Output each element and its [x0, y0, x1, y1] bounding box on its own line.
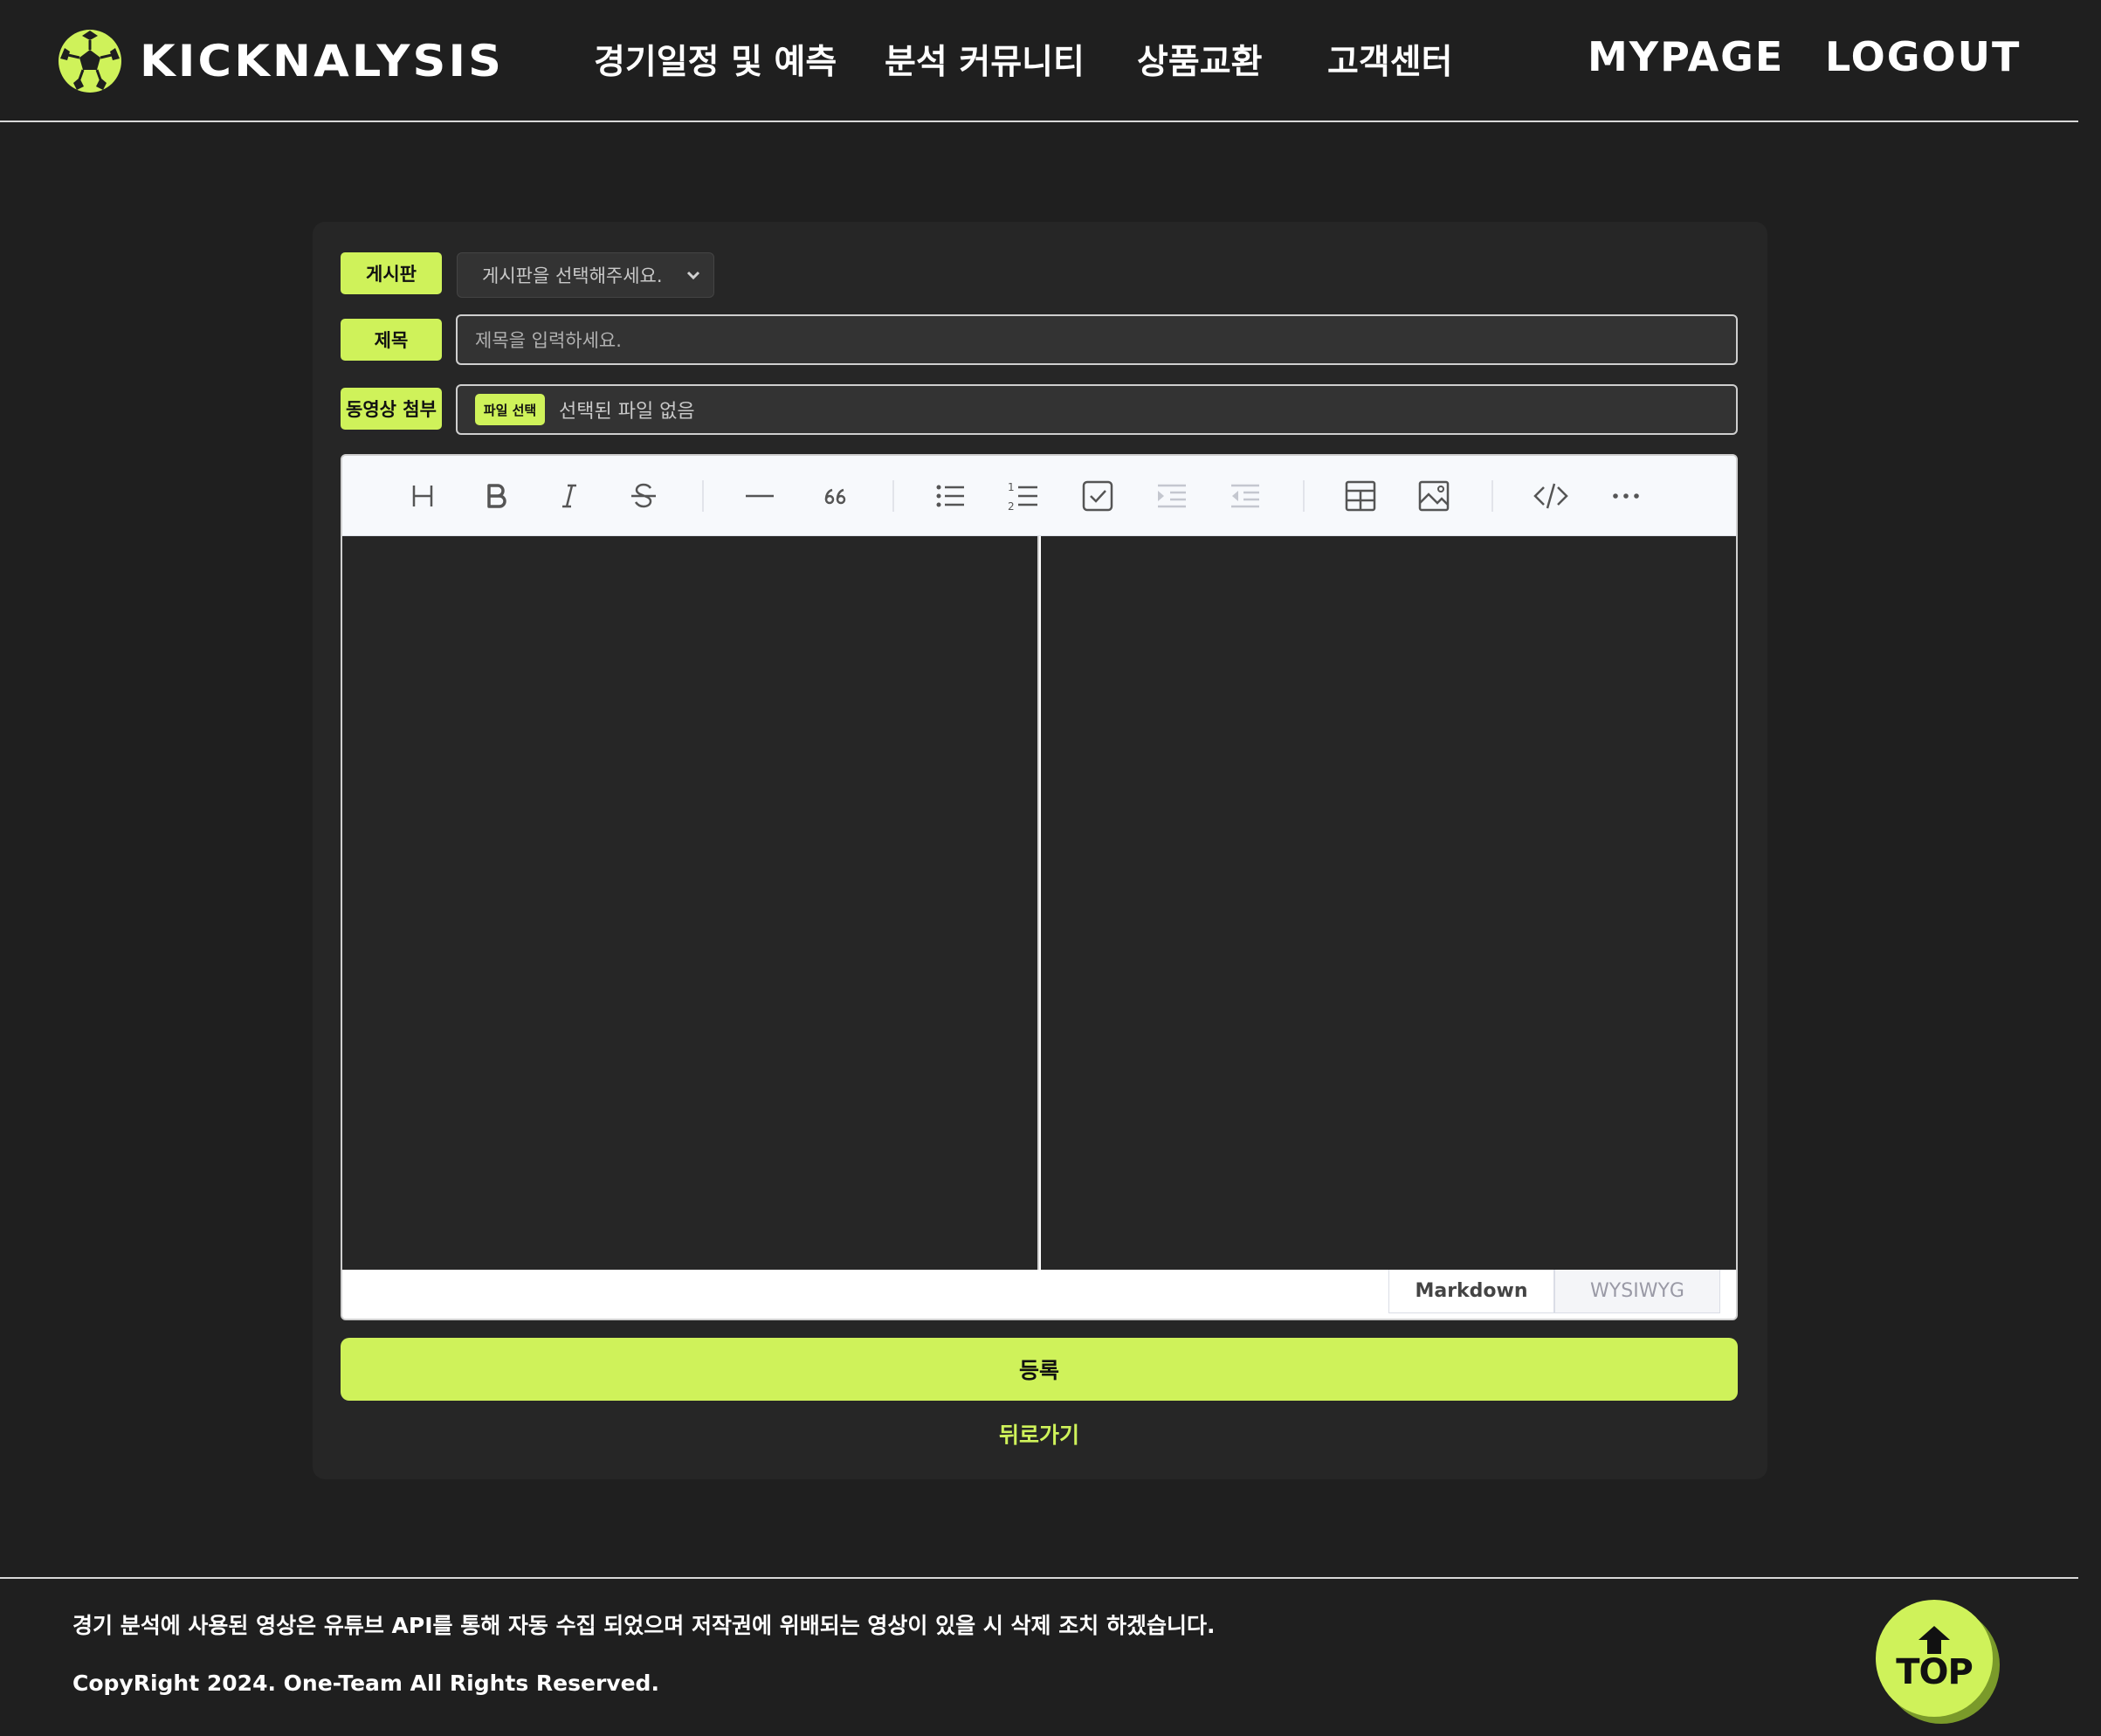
nav-customer-center[interactable]: 고객센터 — [1327, 35, 1453, 84]
title-label: 제목 — [341, 319, 442, 361]
ordered-list-icon[interactable]: 12 — [1006, 479, 1041, 513]
image-icon[interactable] — [1416, 479, 1451, 513]
svg-text:2: 2 — [1008, 500, 1015, 513]
indent-icon[interactable] — [1154, 479, 1189, 513]
chevron-down-icon — [686, 271, 700, 280]
mypage-link[interactable]: MYPAGE — [1588, 33, 1784, 80]
logo-text: KICKNALYSIS — [140, 36, 505, 86]
footer-notice: 경기 분석에 사용된 영상은 유튜브 API를 통해 자동 수집 되었으며 저작… — [72, 1613, 1216, 1638]
editor-mode-bar: Markdown WYSIWYG — [342, 1270, 1736, 1319]
write-post-page: KICKNALYSIS 경기일정 및 예측 분석 커뮤니티 상품교환 고객센터 … — [0, 0, 2101, 1736]
strike-icon[interactable] — [626, 479, 661, 513]
toolbar-divider — [1491, 480, 1493, 512]
heading-icon[interactable] — [405, 479, 440, 513]
hr-icon[interactable] — [742, 479, 777, 513]
toolbar-divider — [702, 480, 704, 512]
video-file-input[interactable]: 파일 선택 선택된 파일 없음 — [456, 384, 1738, 435]
scroll-top-button[interactable]: TOP — [1876, 1600, 1993, 1717]
site-header: KICKNALYSIS 경기일정 및 예측 분석 커뮤니티 상품교환 고객센터 … — [0, 0, 2078, 122]
markdown-tab[interactable]: Markdown — [1388, 1270, 1554, 1313]
logo[interactable]: KICKNALYSIS — [58, 29, 501, 93]
markdown-input-pane[interactable] — [342, 536, 1039, 1270]
arrow-up-icon — [1918, 1626, 1950, 1654]
more-icon[interactable] — [1608, 479, 1643, 513]
nav-product-exchange[interactable]: 상품교환 — [1137, 35, 1263, 84]
soccer-ball-icon — [59, 30, 121, 93]
bold-icon[interactable] — [479, 479, 513, 513]
code-icon[interactable] — [1533, 479, 1568, 513]
toolbar-divider — [1303, 480, 1305, 512]
board-label: 게시판 — [341, 252, 442, 294]
preview-pane — [1041, 536, 1736, 1270]
table-icon[interactable] — [1343, 479, 1378, 513]
quote-icon[interactable] — [817, 479, 852, 513]
nav-analysis-community[interactable]: 분석 커뮤니티 — [885, 35, 1085, 84]
file-status-text: 선택된 파일 없음 — [559, 401, 695, 423]
wysiwyg-tab[interactable]: WYSIWYG — [1554, 1270, 1720, 1313]
outdent-icon[interactable] — [1228, 479, 1263, 513]
choose-file-button[interactable]: 파일 선택 — [475, 394, 545, 425]
title-placeholder: 제목을 입력하세요. — [475, 330, 622, 351]
task-list-icon[interactable] — [1080, 479, 1115, 513]
footer-divider — [0, 1577, 2078, 1579]
submit-button[interactable]: 등록 — [341, 1338, 1738, 1401]
board-select[interactable]: 게시판을 선택해주세요. — [457, 252, 714, 298]
video-attach-label: 동영상 첨부 — [341, 388, 442, 430]
logout-link[interactable]: LOGOUT — [1825, 33, 2021, 80]
bullet-list-icon[interactable] — [933, 479, 968, 513]
back-link[interactable]: 뒤로가기 — [952, 1415, 1126, 1453]
board-select-value: 게시판을 선택해주세요. — [482, 265, 663, 286]
footer-copyright: CopyRight 2024. One-Team All Rights Rese… — [72, 1671, 659, 1696]
markdown-editor: 12 Markdown WYSIWYG — [341, 454, 1738, 1320]
italic-icon[interactable] — [552, 479, 587, 513]
title-input[interactable]: 제목을 입력하세요. — [456, 314, 1738, 365]
toolbar-divider — [892, 480, 894, 512]
editor-toolbar: 12 — [342, 456, 1736, 536]
top-label: TOP — [1896, 1652, 1974, 1692]
svg-text:1: 1 — [1008, 481, 1015, 493]
nav-schedule-prediction[interactable]: 경기일정 및 예측 — [594, 35, 837, 84]
